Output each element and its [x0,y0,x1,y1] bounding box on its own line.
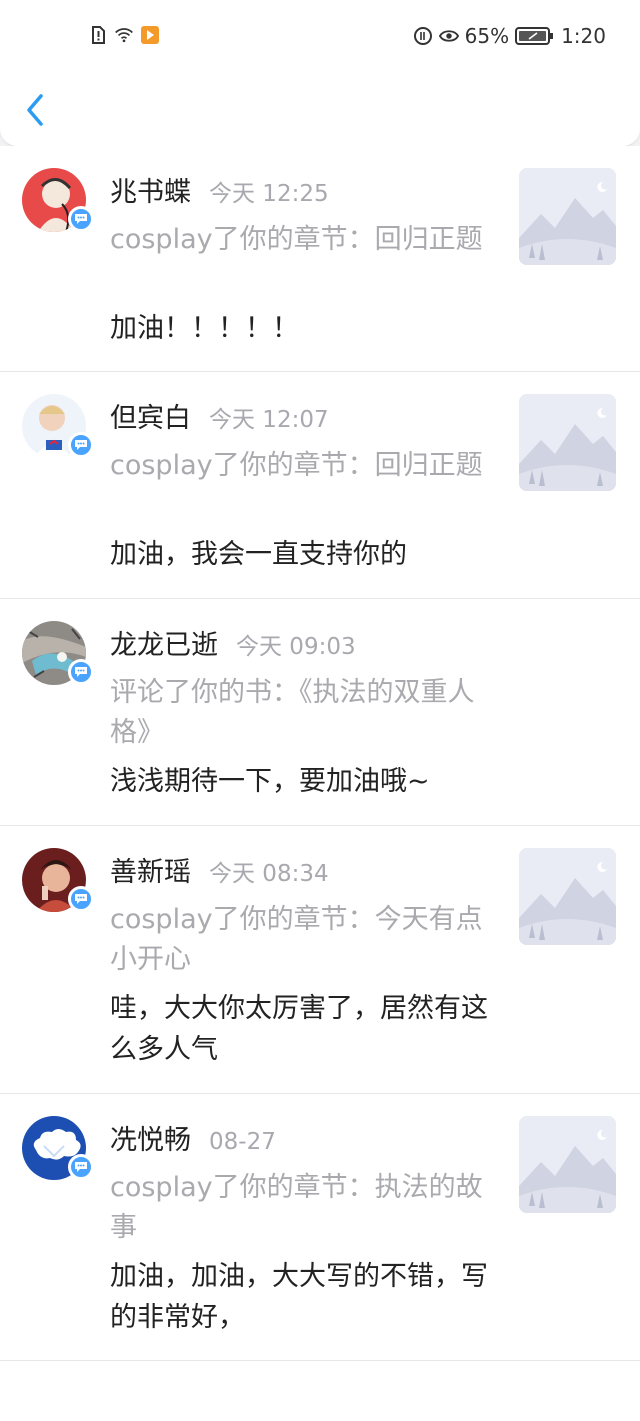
clock: 1:20 [561,24,606,48]
user-name[interactable]: 善新瑶 [110,857,191,888]
back-button[interactable] [22,92,50,128]
list-item[interactable]: 兆书蝶 今天 12:25 cosplay了你的章节：回归正题 加油！！！！！ [0,146,640,372]
action-text[interactable]: cosplay了你的章节：执法的故事 [110,1168,490,1248]
top-bar: 65% 1:20 [0,0,640,147]
chapter-thumbnail[interactable] [519,1116,616,1213]
user-name[interactable]: 龙龙已逝 [110,630,218,661]
status-icons-left [88,25,160,45]
chapter-thumbnail[interactable] [519,394,616,491]
action-text[interactable]: cosplay了你的章节：回归正题 [110,446,490,486]
action-text[interactable]: 评论了你的书：《执法的双重人格》 [110,673,490,753]
user-name[interactable]: 冼悦畅 [110,1125,191,1156]
app-notification-icon [141,26,159,44]
list-item[interactable]: 龙龙已逝 今天 09:03 评论了你的书：《执法的双重人格》 浅浅期待一下，要加油… [0,599,640,826]
timestamp: 今天 09:03 [236,634,356,660]
comment-badge-icon [68,659,94,685]
comment-badge-icon [68,206,94,232]
comment-text: 浅浅期待一下，要加油哦~ [110,766,430,797]
timestamp: 08-27 [209,1129,276,1155]
battery-icon [515,27,554,45]
timestamp: 今天 12:25 [209,181,329,207]
comment-text: 加油！！！！！ [110,313,299,344]
comment-text: 加油，加油，大大写的不错，写的非常好， [110,1261,488,1333]
action-text[interactable]: cosplay了你的章节：回归正题 [110,220,490,260]
user-name[interactable]: 但宾白 [110,403,191,434]
comment-text: 哇，大大你太厉害了，居然有这么多人气 [110,993,488,1065]
comment-badge-icon [68,1154,94,1180]
comment-badge-icon [68,432,94,458]
chapter-thumbnail[interactable] [519,168,616,265]
list-item[interactable]: 冼悦畅 08-27 cosplay了你的章节：执法的故事 加油，加油，大大写的不错… [0,1094,640,1361]
wifi-icon [115,28,133,43]
timestamp: 今天 08:34 [209,861,329,887]
data-saver-icon [413,27,432,45]
chapter-thumbnail[interactable] [519,848,616,945]
comment-badge-icon [68,886,94,912]
action-text[interactable]: cosplay了你的章节：今天有点小开心 [110,900,490,980]
timestamp: 今天 12:07 [209,407,329,433]
eye-comfort-icon [438,30,459,42]
user-name[interactable]: 兆书蝶 [110,177,191,208]
list-item[interactable] [0,1361,640,1421]
list-item[interactable]: 但宾白 今天 12:07 cosplay了你的章节：回归正题 加油，我会一直支持你… [0,372,640,599]
battery-percent: 65% [464,24,510,48]
notification-list: 兆书蝶 今天 12:25 cosplay了你的章节：回归正题 加油！！！！！ 但… [0,146,640,1421]
list-item[interactable]: 善新瑶 今天 08:34 cosplay了你的章节：今天有点小开心 哇，大大你太厉… [0,826,640,1094]
sim-alert-icon [92,26,105,44]
status-icons-right: 65% 1:20 [413,24,606,48]
comment-text: 加油，我会一直支持你的 [110,539,407,570]
